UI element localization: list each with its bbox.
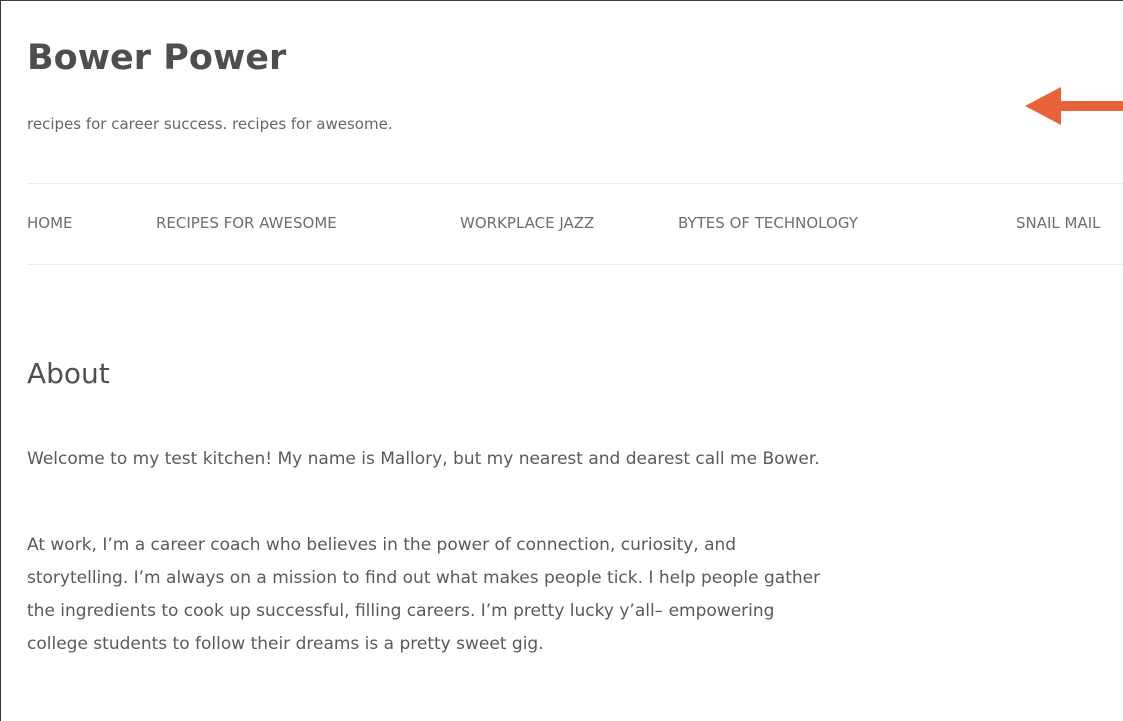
site-title[interactable]: Bower Power: [27, 35, 286, 81]
intro-paragraph: Welcome to my test kitchen! My name is M…: [27, 449, 820, 469]
page-frame: Bower Power recipes for career success. …: [0, 0, 1123, 721]
bio-paragraph-line: At work, I’m a career coach who believes…: [27, 535, 737, 555]
main-navigation: HOME RECIPES FOR AWESOME WORKPLACE JAZZ …: [27, 183, 1123, 265]
bio-paragraph-line: storytelling. I’m always on a mission to…: [27, 568, 821, 588]
nav-item-recipes-for-awesome[interactable]: RECIPES FOR AWESOME: [156, 212, 337, 234]
nav-item-workplace-jazz[interactable]: WORKPLACE JAZZ: [460, 212, 594, 234]
nav-item-bytes-of-technology[interactable]: BYTES OF TECHNOLOGY: [678, 212, 858, 234]
page-heading: About: [27, 357, 110, 390]
bio-paragraph-line: college students to follow their dreams …: [27, 634, 544, 654]
nav-item-home[interactable]: HOME: [27, 212, 73, 234]
bio-paragraph-line: the ingredients to cook up successful, f…: [27, 601, 775, 621]
nav-item-snail-mail[interactable]: SNAIL MAIL: [1016, 212, 1101, 234]
left-arrow-icon: [1025, 87, 1123, 125]
site-tagline: recipes for career success. recipes for …: [27, 115, 393, 133]
bio-paragraph: At work, I’m a career coach who believes…: [27, 529, 1117, 661]
